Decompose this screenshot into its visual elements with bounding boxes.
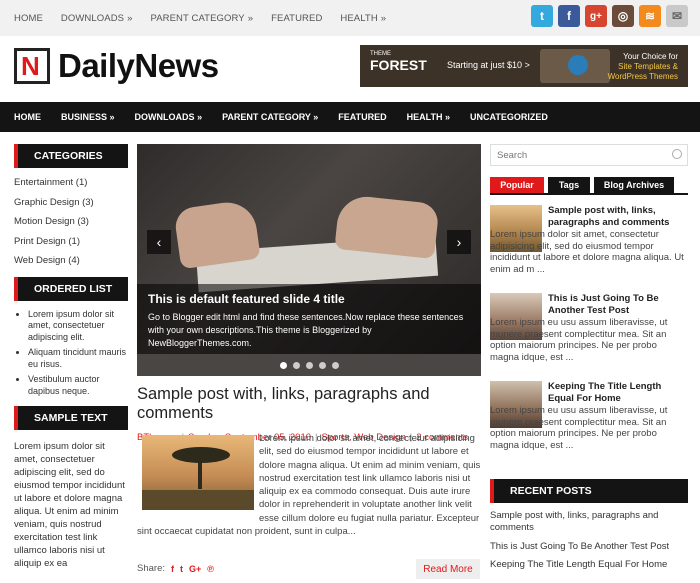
category-item[interactable]: Graphic Design (3) — [14, 197, 128, 217]
site-logo[interactable]: N DailyNews — [14, 47, 219, 85]
category-list: Entertainment (1) Graphic Design (3) Mot… — [14, 177, 128, 275]
popular-post: Keeping The Title Length Equal For Home … — [490, 371, 688, 459]
slide-description: Go to Blogger edit html and find these s… — [148, 312, 464, 348]
banner-ad[interactable]: THEME FOREST Starting at just $10 > Your … — [360, 45, 688, 87]
top-nav: HOME DOWNLOADS» PARENT CATEGORY» FEATURE… — [14, 0, 404, 36]
slider-pagination — [137, 354, 481, 376]
topnav-downloads[interactable]: DOWNLOADS» — [61, 13, 133, 24]
share-label: Share: — [137, 563, 165, 574]
sample-text-title: SAMPLE TEXT — [14, 406, 128, 430]
popular-post-excerpt: Lorem ipsum dolor sit amet, consectetur … — [490, 229, 684, 275]
logo-text: DailyNews — [58, 47, 219, 84]
slider-prev-button[interactable]: ‹ — [147, 230, 171, 254]
popular-post-title[interactable]: This is Just Going To Be Another Test Po… — [548, 293, 688, 316]
slider-dot[interactable] — [318, 361, 326, 369]
popular-post: Sample post with, links, paragraphs and … — [490, 195, 688, 283]
main-post: Sample post with, links, paragraphs and … — [137, 385, 481, 579]
right-sidebar: Search Popular Tags Blog Archives Sample… — [490, 144, 688, 459]
twitter-icon[interactable]: t — [180, 564, 183, 574]
logo-mark: N — [14, 48, 50, 84]
social-icons: t f g+ ◎ ≋ ✉ — [526, 5, 688, 27]
ordered-list-title: ORDERED LIST — [14, 276, 128, 301]
topnav-home[interactable]: HOME — [14, 13, 43, 24]
mainnav-parent-category[interactable]: PARENT CATEGORY » — [222, 112, 318, 122]
mainnav-featured[interactable]: FEATURED — [338, 112, 386, 122]
recent-post-link[interactable]: Sample post with, links, paragraphs and … — [490, 510, 688, 534]
list-item: Lorem ipsum dolor sit amet, consectetuer… — [28, 309, 128, 344]
instagram-icon[interactable]: ◎ — [612, 5, 634, 27]
read-more-button[interactable]: Read More — [416, 559, 480, 579]
topnav-parent-category[interactable]: PARENT CATEGORY» — [150, 13, 253, 24]
facebook-icon[interactable]: f — [171, 564, 174, 574]
email-icon[interactable]: ✉ — [666, 5, 688, 27]
slider-dot[interactable] — [305, 361, 313, 369]
slide-caption: This is default featured slide 4 title G… — [137, 284, 481, 354]
search-input[interactable]: Search — [490, 144, 688, 166]
post-title[interactable]: Sample post with, links, paragraphs and … — [137, 385, 481, 423]
popular-post-excerpt: Lorem ipsum eu usu assum liberavisse, ut… — [490, 405, 668, 451]
search-icon[interactable] — [672, 149, 682, 159]
category-item[interactable]: Web Design (4) — [14, 255, 128, 275]
googleplus-icon[interactable]: G+ — [189, 564, 201, 574]
banner-brand: THEME FOREST — [370, 51, 427, 73]
popular-post-title[interactable]: Sample post with, links, paragraphs and … — [548, 205, 688, 228]
slide-title[interactable]: This is default featured slide 4 title — [148, 292, 470, 306]
category-item[interactable]: Entertainment (1) — [14, 177, 128, 197]
tab-bar: Popular Tags Blog Archives — [490, 177, 688, 193]
category-item[interactable]: Print Design (1) — [14, 236, 128, 256]
slider-dot[interactable] — [292, 361, 300, 369]
recent-post-link[interactable]: Keeping The Title Length Equal For Home — [490, 559, 688, 571]
popular-post-excerpt: Lorem ipsum eu usu assum liberavisse, ut… — [490, 317, 668, 363]
twitter-icon[interactable]: t — [531, 5, 553, 27]
wordpress-graphic — [540, 49, 610, 83]
mainnav-business[interactable]: BUSINESS » — [61, 112, 115, 122]
slider-next-button[interactable]: › — [447, 230, 471, 254]
mainnav-health[interactable]: HEALTH » — [407, 112, 450, 122]
ordered-list: Lorem ipsum dolor sit amet, consectetuer… — [14, 309, 128, 398]
slider-dot[interactable] — [331, 361, 339, 369]
categories-title: CATEGORIES — [14, 144, 128, 168]
facebook-icon[interactable]: f — [558, 5, 580, 27]
recent-posts-title: RECENT POSTS — [490, 479, 688, 503]
main-nav: HOME BUSINESS » DOWNLOADS » PARENT CATEG… — [0, 102, 700, 132]
mainnav-downloads[interactable]: DOWNLOADS » — [135, 112, 203, 122]
topnav-featured[interactable]: FEATURED — [271, 13, 322, 24]
rss-icon[interactable]: ≋ — [639, 5, 661, 27]
slider-dot[interactable] — [279, 361, 287, 369]
slide-hand-right — [334, 193, 440, 260]
googleplus-icon[interactable]: g+ — [585, 5, 607, 27]
tab-popular[interactable]: Popular — [490, 177, 544, 193]
banner-offer: Starting at just $10 > — [447, 60, 530, 70]
list-item: Aliquam tincidunt mauris eu risus. — [28, 347, 128, 370]
pinterest-icon[interactable]: ℗ — [207, 564, 214, 574]
popular-post: This is Just Going To Be Another Test Po… — [490, 283, 688, 371]
top-bar: HOME DOWNLOADS» PARENT CATEGORY» FEATURE… — [0, 0, 700, 36]
mainnav-home[interactable]: HOME — [14, 112, 41, 122]
tab-blog-archives[interactable]: Blog Archives — [594, 177, 674, 193]
topnav-health[interactable]: HEALTH» — [340, 13, 386, 24]
post-thumbnail[interactable] — [142, 435, 254, 510]
recent-posts-widget: RECENT POSTS Sample post with, links, pa… — [490, 479, 688, 578]
recent-post-link[interactable]: This is Just Going To Be Another Test Po… — [490, 541, 688, 553]
share-bar: Share: f t G+ ℗ — [137, 563, 214, 574]
popular-post-title[interactable]: Keeping The Title Length Equal For Home — [548, 381, 688, 404]
banner-tagline: Your Choice for Site Templates & WordPre… — [607, 52, 678, 81]
category-item[interactable]: Motion Design (3) — [14, 216, 128, 236]
featured-slider[interactable]: ‹ › This is default featured slide 4 tit… — [137, 144, 481, 376]
tab-tags[interactable]: Tags — [548, 177, 590, 193]
list-item: Vestibulum auctor dapibus neque. — [28, 374, 128, 397]
sample-text: Lorem ipsum dolor sit amet, consectetuer… — [14, 441, 125, 569]
recent-posts-list: Sample post with, links, paragraphs and … — [490, 510, 688, 571]
left-sidebar: CATEGORIES Entertainment (1) Graphic Des… — [14, 144, 128, 570]
mainnav-uncategorized[interactable]: UNCATEGORIZED — [470, 112, 548, 122]
